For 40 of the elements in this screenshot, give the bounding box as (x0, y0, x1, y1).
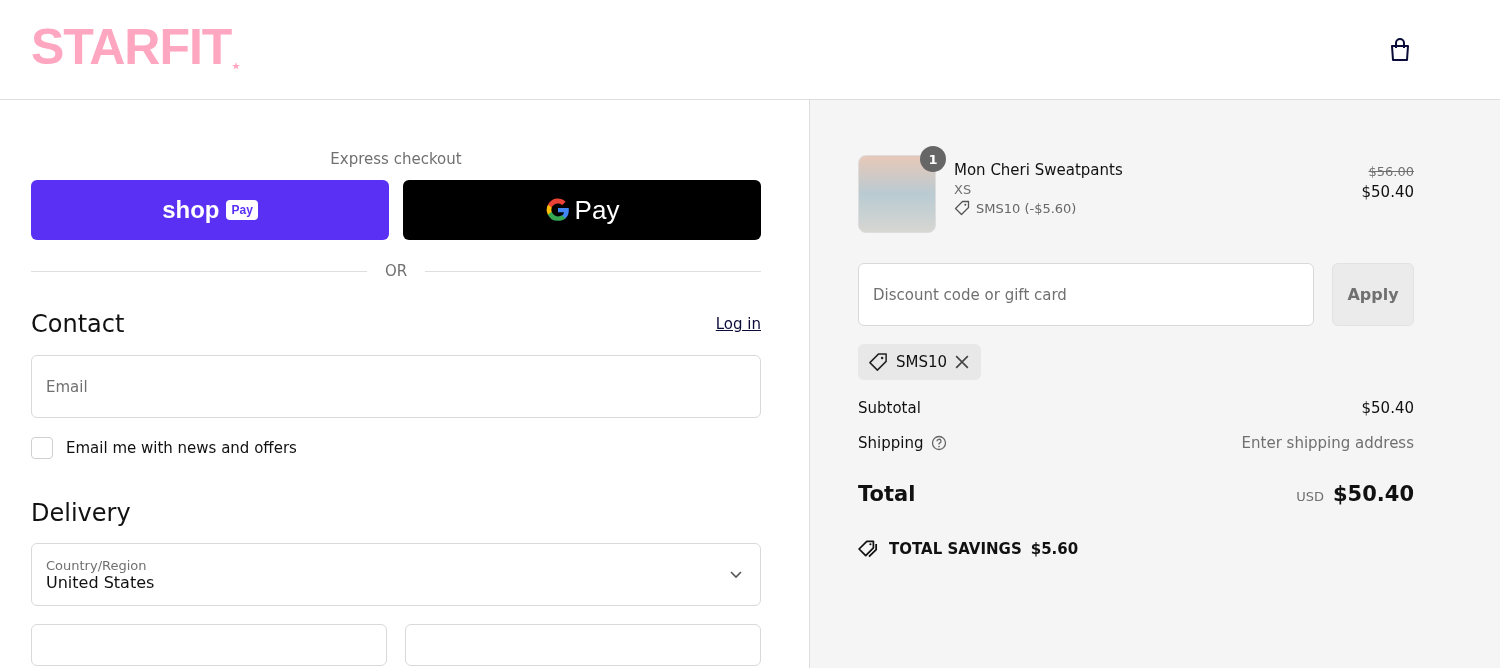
star-icon (232, 61, 241, 70)
google-g-icon (544, 197, 571, 223)
total-value: $50.40 (1332, 482, 1414, 506)
input-field[interactable] (405, 624, 761, 666)
quantity-badge: 1 (920, 146, 946, 172)
subtotal-value: $50.40 (1361, 399, 1414, 417)
discount-label: SMS10 (-$5.60) (976, 200, 1077, 216)
shopping-bag-icon[interactable] (1388, 36, 1412, 63)
chevron-down-icon (730, 570, 742, 579)
contact-heading: Contact (31, 310, 125, 338)
help-icon[interactable] (931, 435, 948, 451)
or-divider-label: OR (384, 262, 408, 280)
checkbox[interactable] (31, 437, 53, 459)
total-label: Total (858, 482, 916, 506)
product-variant: XS (954, 182, 973, 197)
express-checkout-label: Express checkout (329, 150, 463, 168)
item-price: $50.40 (1361, 183, 1414, 201)
total-savings-label: TOTAL SAVINGS (889, 540, 1022, 558)
shop-pay-button[interactable]: shop Pay (31, 180, 389, 240)
shipping-label: Shipping (858, 434, 924, 452)
delivery-heading: Delivery (31, 499, 132, 527)
country-select[interactable]: Country/Region United States (31, 543, 761, 606)
close-icon[interactable] (955, 355, 970, 369)
subtotal-label: Subtotal (858, 399, 921, 417)
tag-icon (868, 352, 888, 372)
shipping-value: Enter shipping address (1241, 434, 1414, 452)
original-price: $56.00 (1368, 164, 1414, 179)
currency-label: USD (1296, 489, 1324, 504)
tag-icon (954, 200, 970, 216)
discount-code-input[interactable]: Discount code or gift card (858, 263, 1314, 326)
google-pay-button[interactable]: Pay (403, 180, 761, 240)
input-field[interactable] (31, 624, 387, 666)
discount-chip: SMS10 (858, 344, 982, 380)
tags-icon (858, 539, 880, 559)
newsletter-label: Email me with news and offers (66, 439, 297, 457)
log-in-link[interactable]: Log in (715, 315, 761, 333)
total-savings-value: $5.60 (1030, 540, 1079, 558)
apply-button[interactable]: Apply (1332, 263, 1414, 326)
email-input[interactable]: Email (31, 355, 761, 418)
product-name: Mon Cheri Sweatpants (954, 161, 1124, 179)
